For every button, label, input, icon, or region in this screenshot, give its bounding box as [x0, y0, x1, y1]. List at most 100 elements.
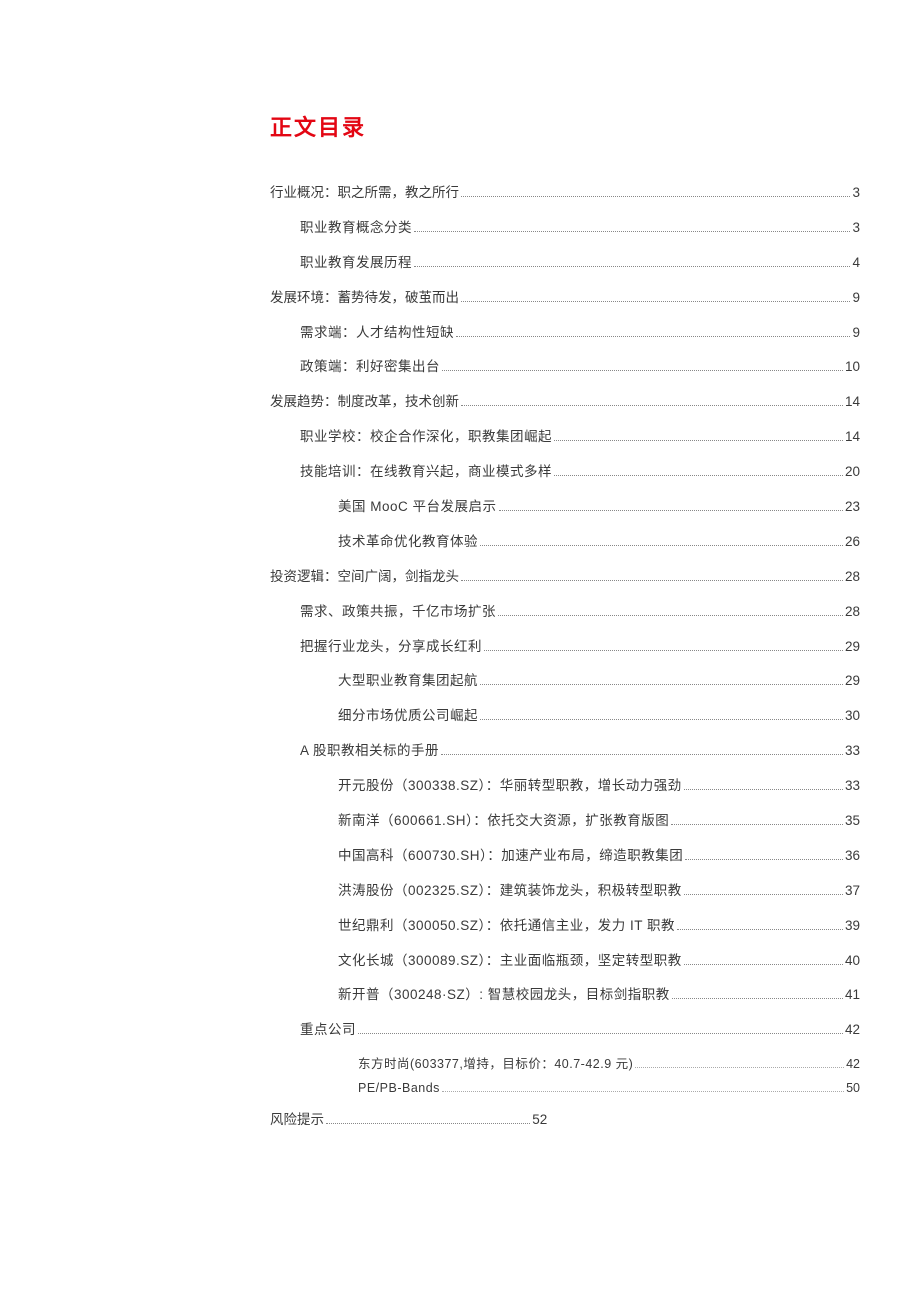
toc-leader-dots: [461, 196, 850, 197]
toc-page-number: 40: [845, 952, 860, 971]
toc-entry-title: 新开普（300248·SZ）: 智慧校园龙头，目标剑指职教: [338, 986, 670, 1005]
toc-entry-title: 职业学校：校企合作深化，职教集团崛起: [300, 428, 552, 447]
toc-page-number: 35: [845, 812, 860, 831]
toc-section: 行业概况：职之所需，教之所行3职业教育概念分类3职业教育发展历程4: [270, 184, 860, 273]
toc-leader-dots: [480, 719, 843, 720]
toc-page-number: 37: [845, 882, 860, 901]
toc-leader-dots: [684, 964, 843, 965]
toc-row: 细分市场优质公司崛起 30: [270, 707, 860, 726]
toc-leader-dots: [442, 370, 843, 371]
toc-row: A 股职教相关标的手册 33: [270, 742, 860, 761]
page-title: 正文目录: [270, 110, 860, 142]
toc-row: 发展环境：蓄势待发，破茧而出 9: [270, 289, 860, 308]
toc-row: 重点公司42: [270, 1021, 860, 1040]
toc-leader-dots: [480, 684, 843, 685]
toc-leader-dots: [461, 301, 850, 302]
toc-entry-title: 洪涛股份（002325.SZ）：建筑装饰龙头，积极转型职教: [338, 882, 682, 901]
toc-row: 技能培训：在线教育兴起，商业模式多样 20: [270, 463, 860, 482]
toc-entry-title: 把握行业龙头，分享成长红利: [300, 638, 482, 657]
toc-page-number: 33: [845, 777, 860, 796]
toc-leader-dots: [677, 929, 843, 930]
toc-entry-title: 职业教育发展历程: [300, 254, 412, 273]
toc-page-number: 9: [852, 324, 860, 343]
toc-row: 行业概况：职之所需，教之所行3: [270, 184, 860, 203]
toc-page-number: 39: [845, 917, 860, 936]
toc-page-number: 30: [845, 707, 860, 726]
toc-section: 投资逻辑：空间广阔，剑指龙头28 需求、政策共振，千亿市场扩张 28 把握行业龙头，分…: [270, 568, 860, 1097]
toc-entry-title: 技能培训：在线教育兴起，商业模式多样: [300, 463, 552, 482]
toc-entry-title: 大型职业教育集团起航: [338, 672, 478, 691]
toc-leader-dots: [684, 894, 843, 895]
toc-page-number: 42: [846, 1056, 860, 1074]
toc-row: 东方时尚(603377,增持，目标价：40.7-42.9 元)42: [270, 1056, 860, 1074]
toc-leader-dots: [326, 1123, 530, 1124]
toc-section: 发展趋势：制度改革，技术创新 14 职业学校：校企合作深化，职教集团崛起 14 技能培训…: [270, 393, 860, 551]
toc-entry-title: 发展环境：蓄势待发，破茧而出: [270, 289, 459, 308]
toc-entry-title: 细分市场优质公司崛起: [338, 707, 478, 726]
toc-page-number: 9: [852, 289, 860, 308]
toc-leader-dots: [414, 231, 850, 232]
toc-page-number: 42: [845, 1021, 860, 1040]
toc-page-number: 14: [845, 428, 860, 447]
toc-page-number: 28: [845, 603, 860, 622]
toc-row: 新南洋（600661.SH）：依托交大资源，扩张教育版图35: [270, 812, 860, 831]
toc-page-number: 50: [846, 1080, 860, 1098]
toc-page-number: 36: [845, 847, 860, 866]
toc-entry-title: 世纪鼎利（300050.SZ）：依托通信主业，发力 IT 职教: [338, 917, 675, 936]
toc-page-number: 20: [845, 463, 860, 482]
toc-leader-dots: [441, 754, 843, 755]
toc-page-number: 4: [852, 254, 860, 273]
toc-page-number: 10: [845, 358, 860, 377]
toc-page-number: 26: [845, 533, 860, 552]
toc-leader-dots: [554, 440, 843, 441]
toc-page-number: 23: [845, 498, 860, 517]
toc-row: 洪涛股份（002325.SZ）：建筑装饰龙头，积极转型职教 37: [270, 882, 860, 901]
toc-entry-title: 中国高科（600730.SH）：加速产业布局，缔造职教集团: [338, 847, 683, 866]
toc-row: 世纪鼎利（300050.SZ）：依托通信主业，发力 IT 职教 39: [270, 917, 860, 936]
toc-entry-title: 需求端：人才结构性短缺: [300, 324, 454, 343]
toc-leader-dots: [461, 405, 843, 406]
toc-entry-title: 技术革命优化教育体验: [338, 533, 478, 552]
toc-page-number: 29: [845, 672, 860, 691]
toc-row: 技术革命优化教育体验 26: [270, 533, 860, 552]
document-page: 正文目录 行业概况：职之所需，教之所行3职业教育概念分类3职业教育发展历程4发展…: [0, 0, 920, 1206]
toc-entry-title: 需求、政策共振，千亿市场扩张: [300, 603, 496, 622]
toc-leader-dots: [499, 510, 843, 511]
toc-leader-dots: [635, 1067, 844, 1068]
toc-row: 政策端：利好密集出台 10: [270, 358, 860, 377]
toc-entry-title: 职业教育概念分类: [300, 219, 412, 238]
toc-leader-dots: [414, 266, 850, 267]
toc-row: 开元股份（300338.SZ）：华丽转型职教，增长动力强劲 33: [270, 777, 860, 796]
toc-row: PE/PB-Bands 50: [270, 1080, 860, 1098]
toc-leader-dots: [358, 1033, 843, 1034]
toc-row: 职业教育发展历程 4: [270, 254, 860, 273]
toc-row: 需求端：人才结构性短缺 9: [270, 324, 860, 343]
toc-entry-title: PE/PB-Bands: [358, 1080, 440, 1098]
toc-row: 大型职业教育集团起航 29: [270, 672, 860, 691]
toc-row: 中国高科（600730.SH）：加速产业布局，缔造职教集团 36: [270, 847, 860, 866]
toc-page-number: 41: [845, 986, 860, 1005]
toc-leader-dots: [498, 615, 843, 616]
toc-page-number: 29: [845, 638, 860, 657]
toc-leader-dots: [480, 545, 843, 546]
toc-row: 投资逻辑：空间广阔，剑指龙头28: [270, 568, 860, 587]
toc-page-number: 33: [845, 742, 860, 761]
toc-entry-title: 开元股份（300338.SZ）：华丽转型职教，增长动力强劲: [338, 777, 682, 796]
toc-leader-dots: [684, 789, 843, 790]
toc-row: 文化长城（300089.SZ）：主业面临瓶颈，坚定转型职教 40: [270, 952, 860, 971]
toc-leader-dots: [456, 336, 850, 337]
toc-row: 发展趋势：制度改革，技术创新 14: [270, 393, 860, 412]
toc-entry-title: 发展趋势：制度改革，技术创新: [270, 393, 459, 412]
toc-page-number: 3: [852, 184, 860, 203]
toc-entry-title: A 股职教相关标的手册: [300, 742, 439, 761]
toc-entry-title: 政策端：利好密集出台: [300, 358, 440, 377]
toc-row: 风险提示52: [270, 1111, 547, 1130]
toc-row: 职业教育概念分类3: [270, 219, 860, 238]
toc-leader-dots: [442, 1091, 844, 1092]
toc-section: 发展环境：蓄势待发，破茧而出 9 需求端：人才结构性短缺 9 政策端：利好密集出台 10: [270, 289, 860, 378]
toc-page-number: 14: [845, 393, 860, 412]
toc-entry-title: 文化长城（300089.SZ）：主业面临瓶颈，坚定转型职教: [338, 952, 682, 971]
toc-leader-dots: [554, 475, 843, 476]
toc-leader-dots: [671, 824, 843, 825]
toc-row: 职业学校：校企合作深化，职教集团崛起 14: [270, 428, 860, 447]
